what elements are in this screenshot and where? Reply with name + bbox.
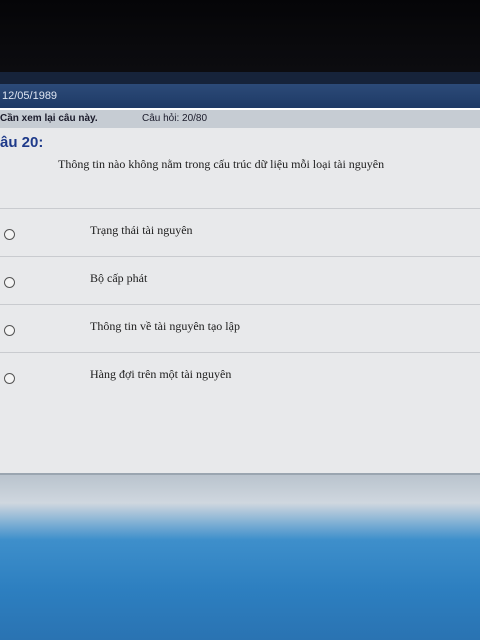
- radio-icon[interactable]: [4, 277, 15, 288]
- radio-icon[interactable]: [4, 325, 15, 336]
- answer-label: Trạng thái tài nguyên: [90, 223, 193, 237]
- screen-top-strip: [0, 72, 480, 84]
- radio-icon[interactable]: [4, 229, 15, 240]
- answer-label: Bộ cấp phát: [90, 271, 148, 285]
- answer-label: Hàng đợi trên một tài nguyên: [90, 367, 232, 381]
- review-flag-link[interactable]: Cần xem lại câu này.: [0, 110, 98, 128]
- answer-option-3[interactable]: Thông tin về tài nguyên tạo lập: [0, 304, 480, 352]
- answer-label: Thông tin về tài nguyên tạo lập: [90, 319, 240, 333]
- window-bottom-edge: [0, 473, 480, 475]
- answer-option-2[interactable]: Bộ cấp phát: [0, 256, 480, 304]
- answer-option-4[interactable]: Hàng đợi trên một tài nguyên: [0, 352, 480, 400]
- question-text: Thông tin nào không nằm trong cấu trúc d…: [58, 157, 385, 171]
- radio-icon[interactable]: [4, 373, 15, 384]
- screen: 12/05/1989 Cần xem lại câu này. Câu hỏi:…: [0, 72, 480, 640]
- desktop-background: [0, 473, 480, 640]
- info-bar: Cần xem lại câu này. Câu hỏi: 20/80: [0, 110, 480, 128]
- answer-option-1[interactable]: Trạng thái tài nguyên: [0, 208, 480, 256]
- header-bar: 12/05/1989: [0, 84, 480, 108]
- header-date: 12/05/1989: [2, 90, 58, 102]
- question-counter: Câu hỏi: 20/80: [142, 113, 208, 124]
- question-title: âu 20:: [0, 134, 44, 151]
- monitor-bezel: [0, 0, 480, 72]
- question-panel: âu 20: Thông tin nào không nằm trong cấu…: [0, 128, 480, 473]
